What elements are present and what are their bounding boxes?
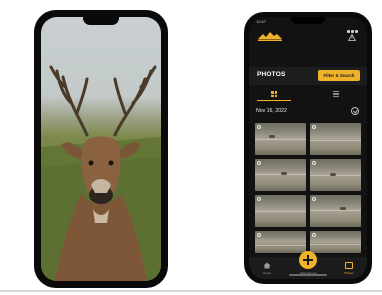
date-group-header: Nov 16, 2022	[249, 107, 367, 117]
photo-thumbnail[interactable]	[310, 123, 361, 155]
phone-left	[34, 10, 168, 288]
photos-header: PHOTOS Filter & Search	[249, 67, 367, 85]
photos-nav-icon[interactable]	[345, 262, 353, 269]
nav-home-label: Home	[262, 271, 271, 275]
brand-logo[interactable]	[257, 30, 283, 42]
active-tab-indicator	[257, 100, 291, 101]
view-tabs	[249, 89, 367, 101]
photo-thumbnail[interactable]	[255, 159, 306, 191]
photo-thumbnail[interactable]	[310, 195, 361, 227]
home-indicator	[289, 274, 327, 276]
status-time: 12:47	[256, 19, 267, 24]
status-icons	[346, 20, 360, 33]
photo-thumbnail[interactable]	[310, 231, 361, 253]
nav-photos-label: Photos	[344, 271, 354, 275]
marketing-canvas: 12:47 PHOTOS Filter & Search Nov 16, 202…	[0, 0, 382, 295]
photo-thumbnail[interactable]	[255, 195, 306, 227]
warning-icon[interactable]	[348, 34, 356, 41]
deer-photo	[41, 65, 161, 281]
page-title: PHOTOS	[257, 71, 286, 78]
app-screen: 12:47 PHOTOS Filter & Search Nov 16, 202…	[249, 17, 367, 279]
grid-view-icon[interactable]	[271, 91, 277, 97]
photo-thumbnail[interactable]	[310, 159, 361, 191]
home-icon[interactable]	[263, 262, 271, 269]
divider	[0, 290, 382, 292]
phone-right: 12:47 PHOTOS Filter & Search Nov 16, 202…	[244, 12, 372, 284]
phone-notch	[83, 17, 119, 25]
add-camera-button[interactable]	[299, 251, 317, 269]
bottom-nav: Home Add Camera Photos	[249, 251, 367, 279]
date-label: Nov 16, 2022	[256, 108, 287, 114]
photo-thumbnail[interactable]	[255, 123, 306, 155]
select-all-check-icon[interactable]	[351, 107, 359, 115]
photo-thumbnail[interactable]	[255, 231, 306, 253]
deer-photo-screen	[41, 17, 161, 281]
status-bar: 12:47	[249, 19, 367, 33]
filter-search-button[interactable]: Filter & Search	[318, 70, 360, 81]
list-view-icon[interactable]	[333, 91, 339, 97]
